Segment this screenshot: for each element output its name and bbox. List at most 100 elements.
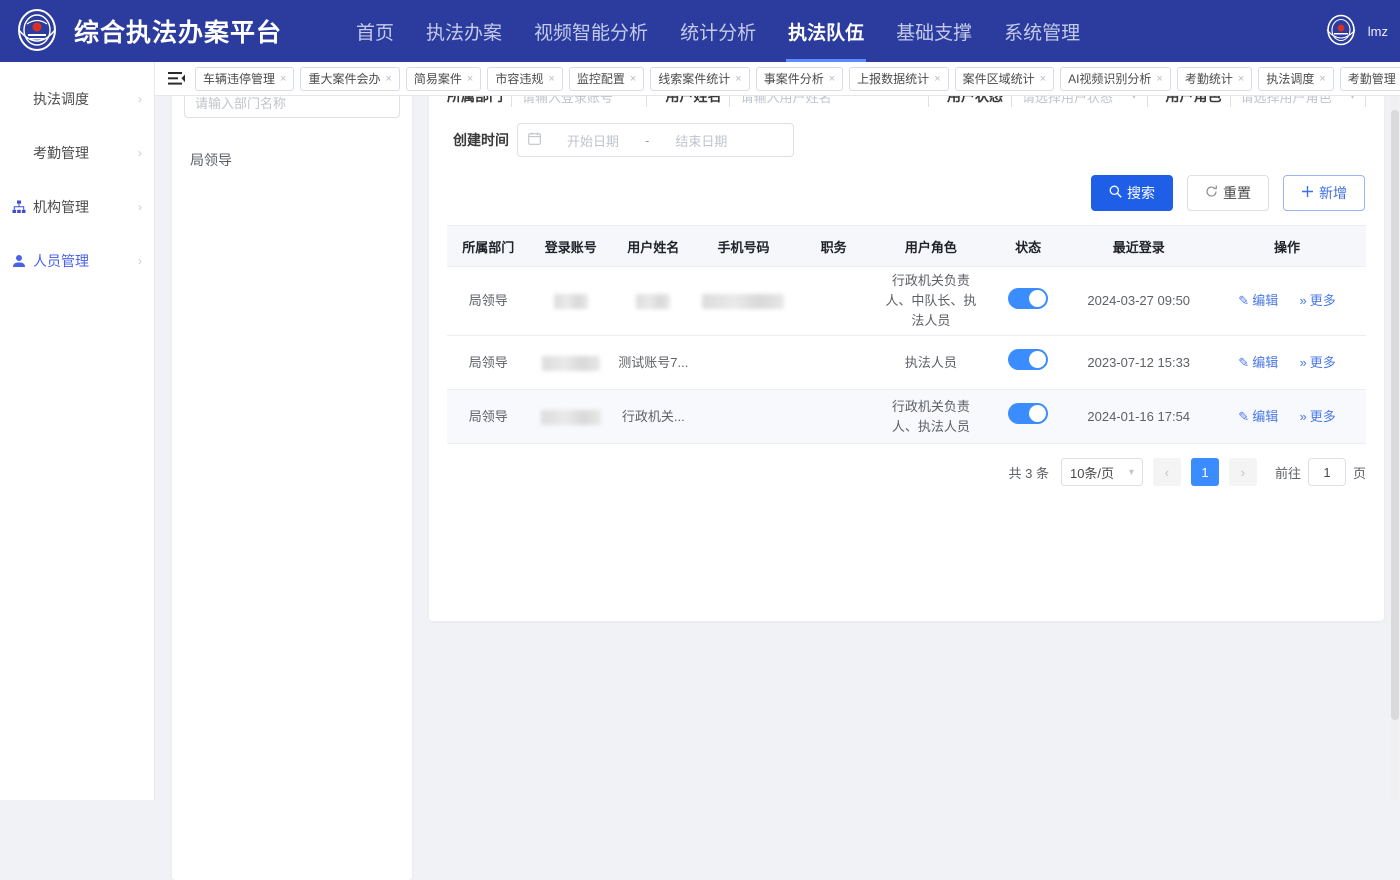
more-action[interactable]: » 更多 (1299, 353, 1335, 373)
tab-case-analysis[interactable]: 事案件分析 × (755, 66, 844, 91)
page-number-1[interactable]: 1 (1190, 458, 1219, 486)
tab-label: AI视频识别分析 (1068, 72, 1152, 86)
more-action[interactable]: » 更多 (1299, 407, 1335, 427)
nav-item-enforcement-team[interactable]: 执法队伍 (772, 0, 880, 62)
cell-post (792, 335, 875, 390)
close-icon[interactable]: × (280, 73, 286, 85)
nav-item-system-management[interactable]: 系统管理 (988, 0, 1096, 62)
edit-label: 编辑 (1252, 408, 1279, 424)
tab-case-region-stats[interactable]: 案件区域统计 × (954, 66, 1055, 91)
end-date-input[interactable]: 结束日期 (657, 131, 745, 150)
cell-role: 执法人员 (874, 335, 987, 390)
personnel-table: 所属部门 登录账号 用户姓名 手机号码 职务 用户角色 状态 最近登录 操作 局… (447, 225, 1366, 444)
more-label: 更多 (1309, 354, 1336, 370)
tab-dispatch[interactable]: 执法调度 × (1258, 66, 1334, 91)
sidebar-item-organization[interactable]: 机构管理 › (0, 180, 154, 234)
close-icon[interactable]: × (1238, 73, 1244, 85)
pencil-icon: ✎ (1238, 408, 1250, 424)
table-row[interactable]: 局领导 测试账号7... 执法人员 2023-07-12 15:33 ✎ 编辑 »… (447, 335, 1366, 390)
table-row[interactable]: 局领导 行政机关... 行政机关负责人、执法人员 2024-01-16 17:5… (447, 389, 1366, 444)
nav-item-statistics[interactable]: 统计分析 (664, 0, 772, 62)
tab-label: 执法调度 (1266, 72, 1315, 86)
add-button-label: 新增 (1319, 185, 1347, 201)
col-username: 用户姓名 (612, 225, 695, 267)
close-icon[interactable]: × (467, 73, 473, 85)
sidebar-item-label: 人员管理 (33, 253, 89, 269)
tab-label: 重大案件会办 (308, 72, 381, 86)
org-tree-icon (10, 200, 28, 214)
tab-city-violation[interactable]: 市容违规 × (487, 66, 563, 91)
chevron-right-icon: › (138, 200, 142, 214)
status-toggle[interactable] (1008, 349, 1049, 370)
more-label: 更多 (1309, 408, 1336, 424)
redacted-value (636, 294, 671, 310)
close-icon[interactable]: × (829, 73, 835, 85)
tab-simple-case[interactable]: 简易案件 × (405, 66, 482, 91)
tab-label: 考勤管理 (1347, 72, 1396, 86)
col-phone: 手机号码 (694, 225, 793, 267)
more-action[interactable]: » 更多 (1299, 291, 1335, 311)
close-icon[interactable]: × (1156, 73, 1162, 85)
jump-page-input[interactable]: 1 (1307, 458, 1346, 486)
close-icon[interactable]: × (385, 73, 391, 85)
create-time-range-picker[interactable]: 开始日期 - 结束日期 (517, 123, 794, 157)
close-icon[interactable]: × (1040, 73, 1046, 85)
page-size-select[interactable]: 10条/页 ▾ (1060, 458, 1143, 486)
chevron-down-icon: ▾ (1128, 466, 1134, 478)
edit-action[interactable]: ✎ 编辑 (1238, 407, 1278, 427)
tab-clue-case-stats[interactable]: 线索案件统计 × (650, 66, 750, 91)
user-avatar-emblem-icon[interactable] (1324, 14, 1358, 48)
status-toggle[interactable] (1008, 287, 1049, 309)
close-icon[interactable]: × (735, 73, 741, 85)
nav-item-basic-support[interactable]: 基础支撑 (880, 0, 988, 62)
close-icon[interactable]: × (548, 73, 554, 85)
filter-label-create-time: 创建时间 (453, 132, 509, 148)
col-operations: 操作 (1208, 225, 1366, 267)
tab-attendance-stats[interactable]: 考勤统计 × (1176, 66, 1253, 91)
tab-major-case[interactable]: 重大案件会办 × (300, 66, 400, 91)
tab-label: 考勤统计 (1184, 72, 1233, 86)
double-chevron-right-icon: » (1299, 354, 1307, 370)
tree-node-bureau-leader[interactable]: 局领导 (184, 146, 400, 174)
status-toggle[interactable] (1008, 403, 1049, 424)
redacted-value (540, 409, 601, 425)
department-tree-panel: 请输入部门名称 局领导 (172, 74, 412, 880)
nav-item-home[interactable]: 首页 (340, 0, 410, 62)
sidebar-item-dispatch[interactable]: 执法调度 › (0, 72, 154, 126)
tab-report-data-stats[interactable]: 上报数据统计 × (849, 66, 949, 91)
double-chevron-right-icon: » (1299, 408, 1307, 424)
left-sidebar: 执法调度 › 考勤管理 › 机构管理 › 人员管理 › (0, 62, 155, 800)
cell-operations: ✎ 编辑 » 更多 (1208, 335, 1366, 390)
tab-ai-video-recognition[interactable]: AI视频识别分析 × (1060, 66, 1171, 91)
sidebar-item-attendance[interactable]: 考勤管理 › (0, 126, 154, 180)
table-row[interactable]: 局领导 行政机关负责人、中队长、执法人员 2024-03-27 09:50 ✎ 编… (447, 266, 1366, 336)
police-emblem-icon (14, 8, 60, 54)
nav-item-video-analysis[interactable]: 视频智能分析 (518, 0, 664, 62)
next-page-button[interactable]: › (1228, 458, 1257, 486)
edit-action[interactable]: ✎ 编辑 (1238, 353, 1278, 373)
chevron-right-icon: › (138, 254, 142, 268)
start-date-input[interactable]: 开始日期 (549, 131, 637, 150)
page-scrollbar-thumb[interactable] (1391, 110, 1399, 720)
cell-username: 行政机关... (612, 389, 695, 444)
chevron-right-icon: › (138, 146, 142, 160)
cell-role: 行政机关负责人、中队长、执法人员 (874, 266, 987, 336)
edit-action[interactable]: ✎ 编辑 (1238, 291, 1278, 311)
prev-page-button[interactable]: ‹ (1152, 458, 1181, 486)
col-post: 职务 (792, 225, 875, 267)
tab-attendance-management[interactable]: 考勤管理× (1339, 66, 1400, 91)
search-button[interactable]: 搜索 (1091, 175, 1173, 211)
sidebar-item-personnel[interactable]: 人员管理 › (0, 234, 154, 288)
menu-fold-icon[interactable] (163, 66, 189, 92)
close-icon[interactable]: × (934, 73, 940, 85)
add-button[interactable]: 新增 (1283, 175, 1365, 211)
cell-role: 行政机关负责人、执法人员 (874, 389, 987, 444)
cell-account (529, 335, 613, 390)
nav-item-case-handling[interactable]: 执法办案 (410, 0, 518, 62)
cell-department: 局领导 (447, 266, 530, 336)
close-icon[interactable]: × (1319, 73, 1325, 85)
reset-button[interactable]: 重置 (1187, 175, 1269, 211)
close-icon[interactable]: × (630, 73, 636, 85)
tab-vehicle-parking[interactable]: 车辆违停管理 × (195, 66, 295, 91)
tab-monitor-config[interactable]: 监控配置 × (568, 66, 645, 91)
